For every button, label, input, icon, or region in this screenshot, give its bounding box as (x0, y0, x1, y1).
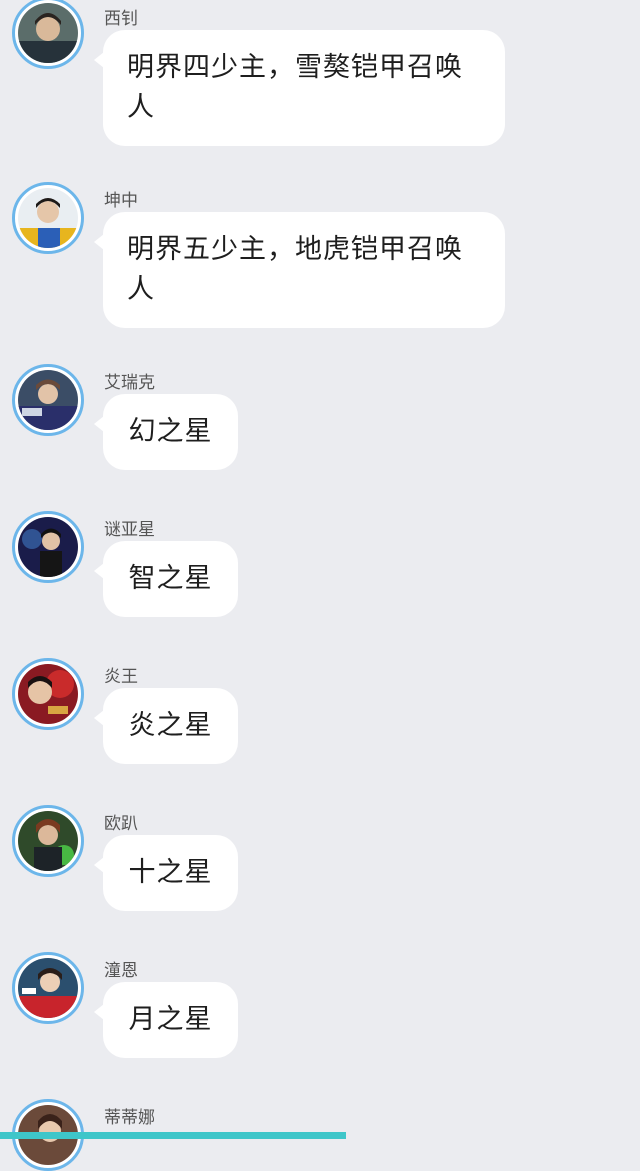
sender-name: 炎王 (104, 667, 138, 687)
sender-name: 蒂蒂娜 (104, 1108, 155, 1128)
progress-fill (0, 1132, 346, 1139)
avatar[interactable] (12, 0, 84, 69)
avatar[interactable] (12, 364, 84, 436)
avatar[interactable] (12, 952, 84, 1024)
avatar-photo (18, 811, 78, 871)
sender-name: 坤中 (104, 191, 138, 211)
sender-name: 西钊 (104, 9, 138, 29)
progress-bar (0, 1132, 640, 1139)
message-bubble[interactable]: 幻之星 (94, 394, 238, 470)
sender-name: 潼恩 (104, 961, 138, 981)
avatar-photo (18, 370, 78, 430)
sender-name: 欧趴 (104, 814, 138, 834)
avatar[interactable] (12, 511, 84, 583)
avatar-photo (18, 517, 78, 577)
sender-name: 谜亚星 (104, 520, 155, 540)
message-bubble[interactable]: 炎之星 (94, 688, 238, 764)
sender-name: 艾瑞克 (104, 373, 155, 393)
message-bubble[interactable]: 智之星 (94, 541, 238, 617)
avatar-photo (18, 188, 78, 248)
avatar[interactable] (12, 658, 84, 730)
message-bubble[interactable]: 月之星 (94, 982, 238, 1058)
message-bubble[interactable]: 十之星 (94, 835, 238, 911)
avatar[interactable] (12, 805, 84, 877)
avatar[interactable] (12, 182, 84, 254)
message-bubble[interactable]: 明界四少主，雪獒铠甲召唤人 (94, 30, 505, 146)
message-bubble[interactable]: 明界五少主，地虎铠甲召唤人 (94, 212, 505, 328)
avatar-photo (18, 664, 78, 724)
avatar-photo (18, 3, 78, 63)
avatar-photo (18, 958, 78, 1018)
